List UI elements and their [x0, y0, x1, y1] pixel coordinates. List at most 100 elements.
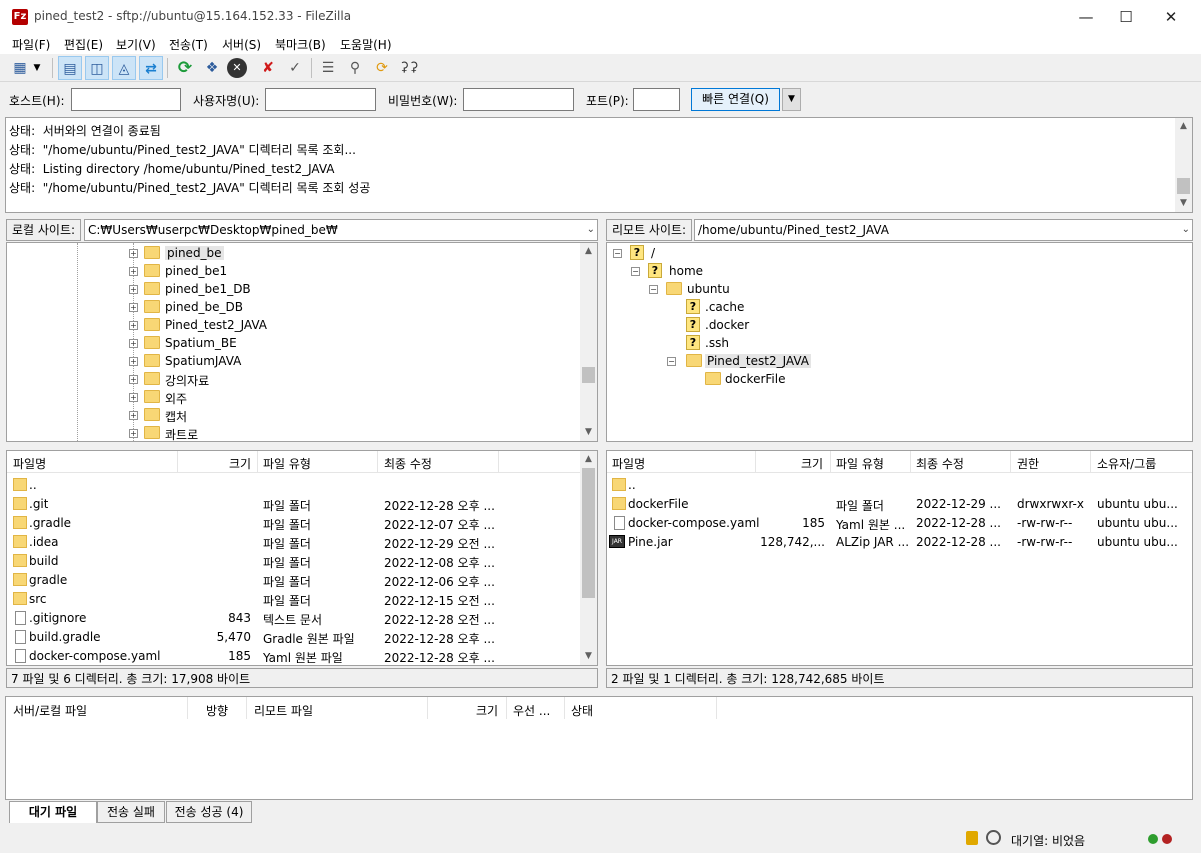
- log-line: 상태: "/home/ubuntu/Pined_test2_JAVA" 디렉터리…: [9, 181, 371, 195]
- menu-edit[interactable]: 편집(E): [64, 36, 103, 53]
- toggle-remote-tree-icon[interactable]: ◬: [112, 56, 136, 80]
- directory-listing-filters-icon[interactable]: ☰: [316, 56, 340, 80]
- queue-col-size[interactable]: 크기: [476, 702, 498, 719]
- refresh-icon[interactable]: ⟳: [173, 56, 197, 80]
- scroll-up-icon[interactable]: ▲: [1175, 118, 1192, 135]
- queue-col-direction[interactable]: 방향: [206, 702, 228, 719]
- status-bar: 대기열: 비었음: [0, 825, 1201, 853]
- local-file-list: 파일명 크기 파일 유형 최종 수정 .. .git 파일 폴더 2022-12-2…: [6, 450, 598, 666]
- column-owner[interactable]: 소유자/그룹: [1097, 455, 1156, 472]
- tab-failed-transfers[interactable]: 전송 실패: [97, 801, 165, 823]
- menu-bookmarks[interactable]: 북마크(B): [275, 36, 326, 53]
- jar-file-icon: JAR: [609, 535, 625, 548]
- local-tree-scrollbar[interactable]: ▲ ▼: [580, 243, 597, 441]
- menu-file[interactable]: 파일(F): [12, 36, 50, 53]
- remote-directory-tree: −? / −? home − ubuntu ? .cache ? .docker ? .ss…: [606, 242, 1193, 442]
- username-input[interactable]: [265, 88, 376, 111]
- speed-limit-icon: [986, 830, 1001, 845]
- scroll-up-icon[interactable]: ▲: [580, 451, 597, 468]
- column-filename[interactable]: 파일명: [13, 455, 46, 472]
- filezilla-app-icon: Fz: [12, 9, 28, 25]
- disconnect-icon[interactable]: ✘: [256, 56, 280, 80]
- receive-activity-icon: [1148, 834, 1158, 844]
- maximize-button[interactable]: ☐: [1103, 0, 1149, 34]
- queue-col-remote-file[interactable]: 리모트 파일: [254, 702, 313, 719]
- file-row[interactable]: ..: [607, 476, 1192, 495]
- log-scrollbar[interactable]: ▲ ▼: [1175, 118, 1192, 212]
- local-path-dropdown-icon[interactable]: ⌄: [587, 220, 595, 240]
- tab-successful-transfers[interactable]: 전송 성공 (4): [166, 801, 252, 823]
- menu-view[interactable]: 보기(V): [116, 36, 156, 53]
- queue-status-text: 대기열: 비었음: [1011, 834, 1086, 848]
- scroll-thumb[interactable]: [582, 367, 595, 383]
- column-modified[interactable]: 최종 수정: [916, 455, 964, 472]
- site-manager-dropdown-icon[interactable]: ▼: [30, 56, 44, 80]
- host-input[interactable]: [71, 88, 181, 111]
- file-row[interactable]: src 파일 폴더 2022-12-15 오전 ...: [7, 590, 597, 609]
- message-log: 상태: 서버와의 연결이 종료됨 상태: "/home/ubuntu/Pined…: [5, 117, 1193, 213]
- local-site-bar: 로컬 사이트: C:₩Users₩userpc₩Desktop₩pined_be…: [6, 219, 598, 241]
- file-row[interactable]: build.gradle 5,470 Gradle 원본 파일 2022-12-28 …: [7, 628, 597, 647]
- directory-comparison-icon[interactable]: ⚲: [343, 56, 367, 80]
- queue-col-priority[interactable]: 우선 ...: [513, 702, 550, 719]
- column-permissions[interactable]: 권한: [1017, 455, 1039, 472]
- column-type[interactable]: 파일 유형: [836, 455, 884, 472]
- scroll-down-icon[interactable]: ▼: [580, 424, 597, 441]
- port-input[interactable]: [633, 88, 680, 111]
- synchronized-browsing-icon[interactable]: ⟳: [370, 56, 394, 80]
- file-row[interactable]: .gradle 파일 폴더 2022-12-07 오후 ...: [7, 514, 597, 533]
- toggle-local-tree-icon[interactable]: ◫: [85, 56, 109, 80]
- file-row[interactable]: .idea 파일 폴더 2022-12-29 오전 ...: [7, 533, 597, 552]
- toggle-log-icon[interactable]: ▤: [58, 56, 82, 80]
- remote-path-input[interactable]: /home/ubuntu/Pined_test2_JAVA ⌄: [694, 219, 1193, 241]
- cancel-operation-icon[interactable]: ✕: [227, 58, 247, 78]
- password-input[interactable]: [463, 88, 574, 111]
- host-label: 호스트(H):: [9, 94, 65, 108]
- scroll-down-icon[interactable]: ▼: [1175, 195, 1192, 212]
- log-line: 상태: Listing directory /home/ubuntu/Pined…: [9, 162, 335, 176]
- column-type[interactable]: 파일 유형: [263, 455, 311, 472]
- remote-path-dropdown-icon[interactable]: ⌄: [1182, 220, 1190, 240]
- quickconnect-history-dropdown[interactable]: ▼: [782, 88, 801, 111]
- scroll-up-icon[interactable]: ▲: [580, 243, 597, 260]
- file-row[interactable]: ..: [7, 476, 597, 495]
- transfer-queue: 서버/로컬 파일 방향 리모트 파일 크기 우선 ... 상태: [5, 696, 1193, 800]
- site-manager-icon[interactable]: ▦: [8, 56, 32, 80]
- local-directory-tree: + pined_be + pined_be1 + pined_be1_DB + pine…: [6, 242, 598, 442]
- file-row[interactable]: gradle 파일 폴더 2022-12-06 오후 ...: [7, 571, 597, 590]
- column-modified[interactable]: 최종 수정: [384, 455, 432, 472]
- scroll-thumb[interactable]: [1177, 178, 1190, 194]
- queue-col-status[interactable]: 상태: [571, 702, 593, 719]
- log-line: 상태: 서버와의 연결이 종료됨: [9, 124, 161, 138]
- scroll-thumb[interactable]: [582, 468, 595, 598]
- scroll-down-icon[interactable]: ▼: [580, 648, 597, 665]
- tab-queued-files[interactable]: 대기 파일: [9, 801, 97, 823]
- toggle-queue-icon[interactable]: ⇄: [139, 56, 163, 80]
- local-file-scrollbar[interactable]: ▲ ▼: [580, 451, 597, 665]
- file-row[interactable]: docker-compose.yaml 185 Yaml 원본 파일 2022-12-…: [7, 647, 597, 665]
- file-row[interactable]: build 파일 폴더 2022-12-08 오후 ...: [7, 552, 597, 571]
- menu-help[interactable]: 도움말(H): [340, 36, 392, 53]
- column-filename[interactable]: 파일명: [612, 455, 645, 472]
- local-path-input[interactable]: C:₩Users₩userpc₩Desktop₩pined_be₩ ⌄: [84, 219, 598, 241]
- close-window-button[interactable]: ✕: [1148, 0, 1194, 34]
- remote-file-list-header: 파일명 크기 파일 유형 최종 수정 권한 소유자/그룹: [607, 451, 1192, 473]
- menu-server[interactable]: 서버(S): [222, 36, 261, 53]
- file-row[interactable]: docker-compose.yaml 185 Yaml 원본 ... 2022-12…: [607, 514, 1192, 533]
- send-activity-icon: [1162, 834, 1172, 844]
- filezilla-window: Fz pined_test2 - sftp://ubuntu@15.164.15…: [0, 0, 1201, 853]
- remote-site-label: 리모트 사이트:: [606, 219, 693, 241]
- remote-status: 2 파일 및 1 디렉터리. 총 크기: 128,742,685 바이트: [606, 668, 1193, 688]
- process-queue-icon[interactable]: ❖: [200, 56, 224, 80]
- quickconnect-button[interactable]: 빠른 연결(Q): [691, 88, 780, 111]
- column-size[interactable]: 크기: [229, 455, 251, 472]
- search-remote-files-icon[interactable]: ⚳⚳: [397, 56, 421, 80]
- file-row[interactable]: .gitignore 843 텍스트 문서 2022-12-28 오전 ...: [7, 609, 597, 628]
- menu-transfer[interactable]: 전송(T): [169, 36, 208, 53]
- column-size[interactable]: 크기: [801, 455, 823, 472]
- queue-col-local-file[interactable]: 서버/로컬 파일: [13, 702, 87, 719]
- file-row[interactable]: dockerFile 파일 폴더 2022-12-29 ... drwxrwxr-x u…: [607, 495, 1192, 514]
- file-row[interactable]: JAR Pine.jar 128,742,... ALZip JAR ... 2022-…: [607, 533, 1192, 552]
- reconnect-icon[interactable]: ✓: [283, 56, 307, 80]
- file-row[interactable]: .git 파일 폴더 2022-12-28 오후 ...: [7, 495, 597, 514]
